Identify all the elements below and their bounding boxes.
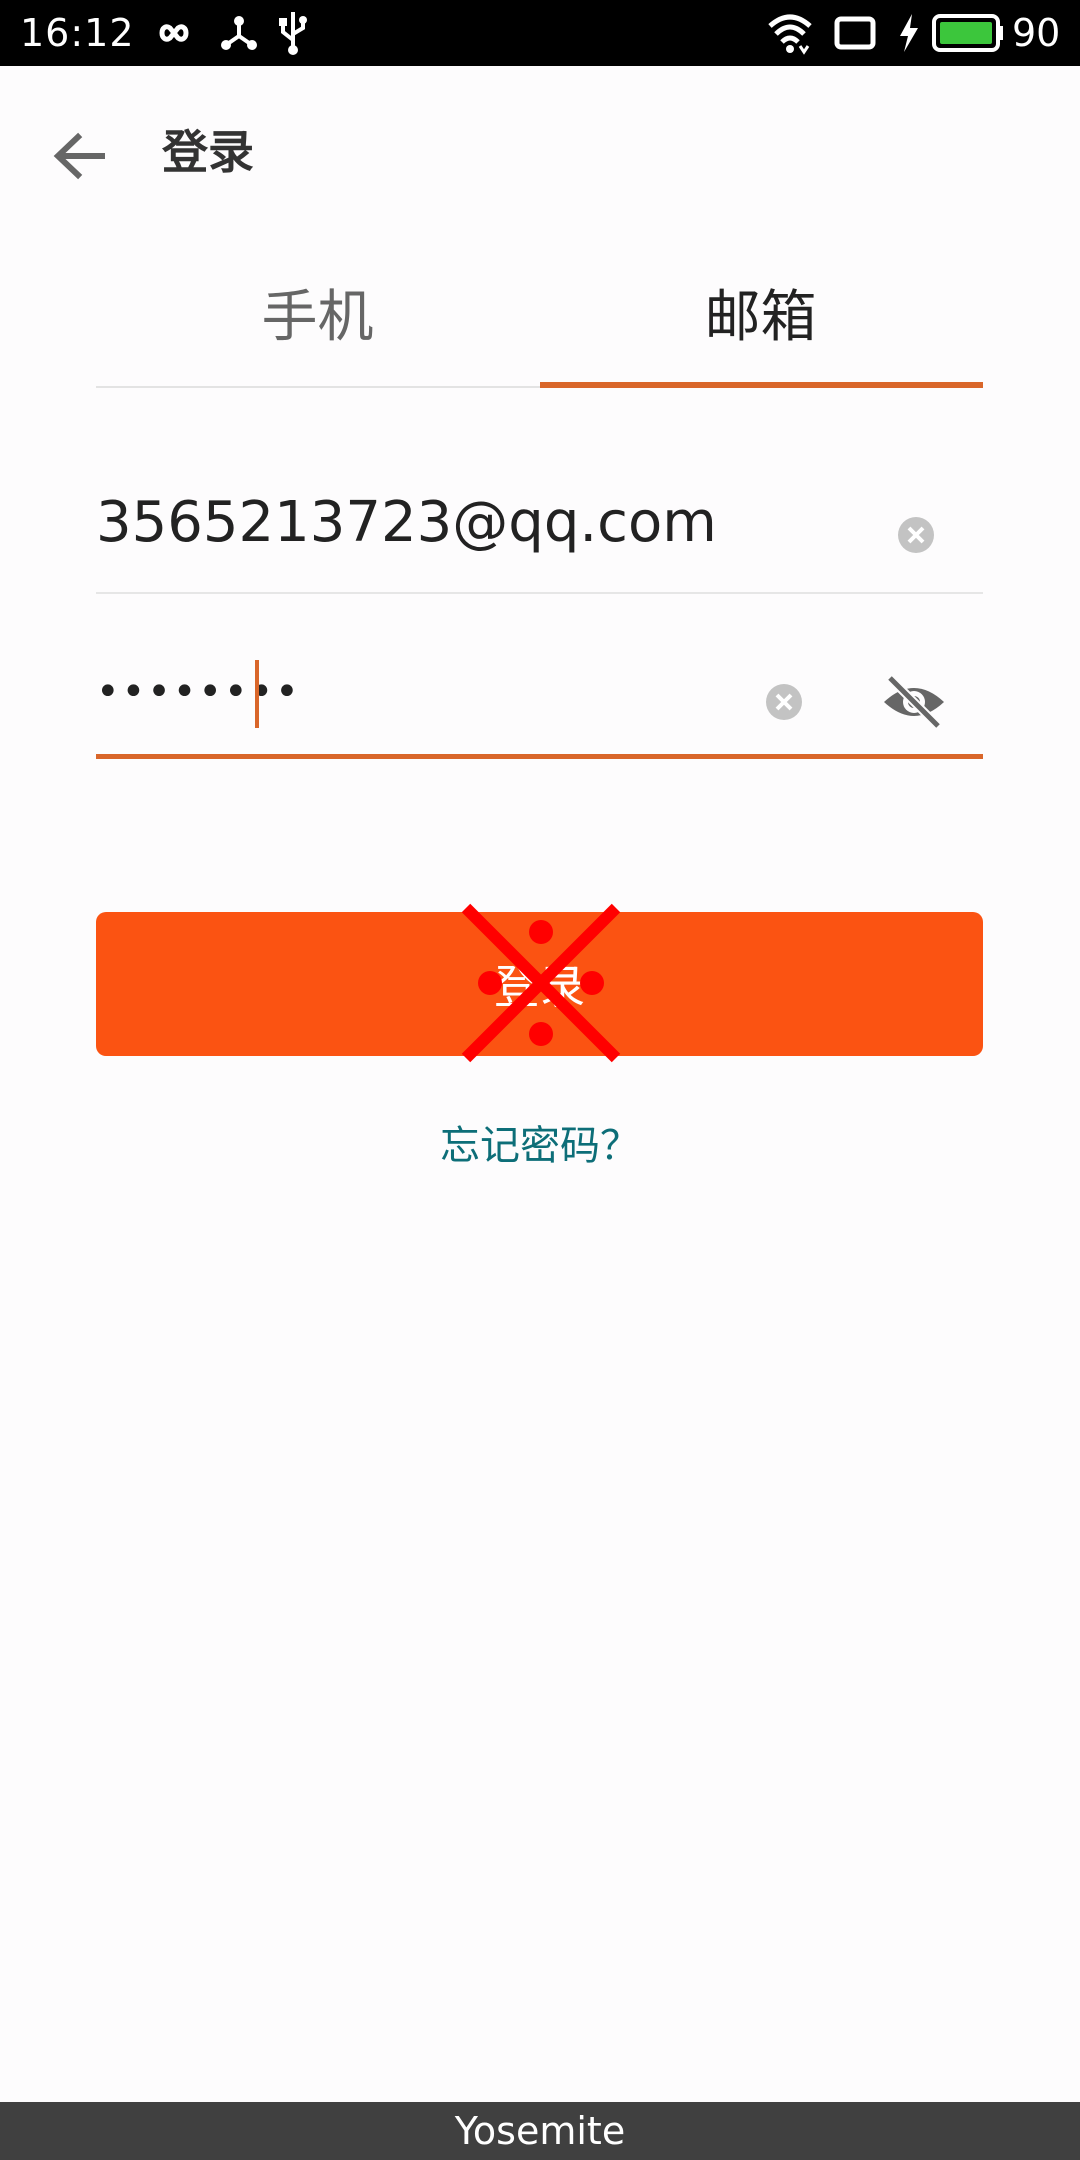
back-button[interactable]	[40, 116, 120, 196]
status-bar: 16:12 90	[0, 0, 1080, 66]
wifi-icon	[768, 14, 812, 55]
clear-email-icon[interactable]	[896, 515, 936, 555]
text-cursor	[255, 660, 259, 728]
bottom-bar: Yosemite	[0, 2102, 1080, 2160]
usb-icon	[279, 12, 307, 55]
charging-bolt-icon	[900, 14, 918, 52]
email-underline	[96, 592, 983, 594]
password-input[interactable]: ••••••••	[96, 662, 301, 722]
app-bar: 登录	[0, 66, 1080, 236]
clear-password-icon[interactable]	[764, 682, 804, 722]
login-button-label: 登录	[493, 960, 586, 1014]
screen-rotation-icon	[834, 16, 876, 50]
login-button[interactable]: 登录	[96, 912, 983, 1056]
login-method-tabs: 手机 邮箱	[96, 250, 983, 390]
tab-phone[interactable]: 手机	[96, 250, 539, 386]
share-icon	[221, 16, 257, 50]
bottom-bar-label: Yosemite	[454, 2109, 626, 2153]
battery-icon	[932, 14, 1003, 52]
password-field[interactable]: ••••••••	[96, 620, 983, 760]
arrow-left-icon	[53, 132, 105, 180]
tab-active-indicator	[540, 382, 983, 388]
eye-off-icon[interactable]	[880, 672, 948, 732]
infinity-icon	[159, 24, 189, 42]
page-title: 登录	[162, 125, 254, 179]
tab-email[interactable]: 邮箱	[539, 250, 982, 386]
password-underline	[96, 754, 983, 759]
forgot-password-link[interactable]: 忘记密码？	[0, 1118, 1080, 1174]
status-time: 16:12	[20, 11, 135, 55]
email-input[interactable]: 3565213723@qq.com	[96, 488, 717, 558]
email-field[interactable]: 3565213723@qq.com	[96, 460, 983, 594]
battery-level: 90	[1012, 11, 1061, 55]
